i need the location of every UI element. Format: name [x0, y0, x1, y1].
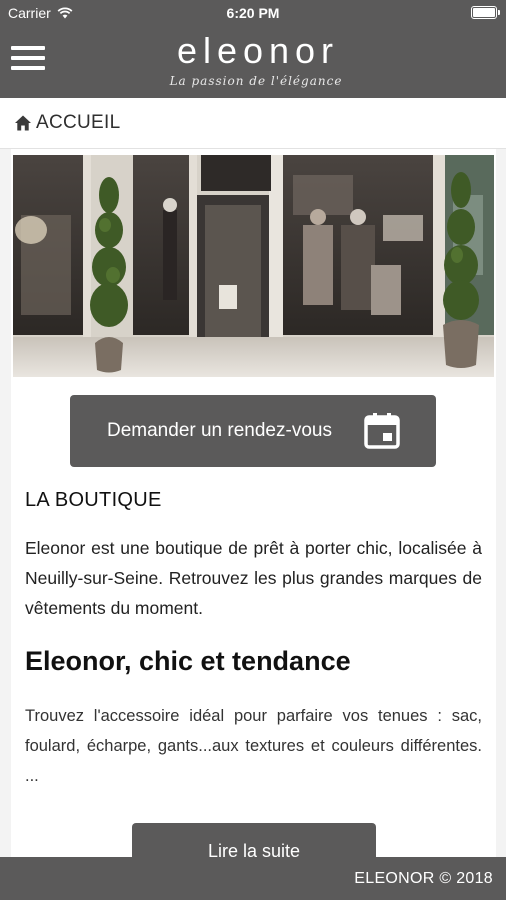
- footer-copyright: ELEONOR © 2018: [354, 869, 493, 887]
- breadcrumb-label: ACCUEIL: [36, 112, 121, 133]
- article-heading: Eleonor, chic et tendance: [25, 646, 351, 676]
- request-appointment-label: Demander un rendez-vous: [107, 420, 332, 441]
- status-time: 6:20 PM: [226, 5, 280, 21]
- breadcrumb[interactable]: ACCUEIL: [0, 98, 506, 149]
- status-bar: Carrier 6:20 PM: [0, 0, 506, 26]
- logo-name: eleonor: [176, 30, 340, 71]
- main-content: Demander un rendez-vous LA BOUTIQUE Eleo…: [11, 149, 496, 857]
- logo-tagline: La passion de l'élégance: [169, 74, 343, 88]
- brand-logo: eleonor La passion de l'élégance: [0, 30, 506, 88]
- app-header: Carrier 6:20 PM eleonor La passion de l'…: [0, 0, 506, 98]
- calendar-icon: [364, 413, 400, 449]
- app-screen: Carrier 6:20 PM eleonor La passion de l'…: [0, 0, 506, 900]
- battery-level: [473, 8, 495, 17]
- boutique-storefront-photo: [13, 155, 494, 377]
- battery-icon: [471, 6, 500, 19]
- read-more-label: Lire la suite: [207, 841, 301, 857]
- request-appointment-button[interactable]: Demander un rendez-vous: [70, 395, 436, 467]
- read-more-button[interactable]: Lire la suite: [132, 823, 376, 857]
- article-excerpt: Trouvez l'accessoire idéal pour parfaire…: [25, 707, 482, 785]
- footer: ELEONOR © 2018: [0, 857, 506, 900]
- boutique-description: Eleonor est une boutique de prêt à porte…: [25, 538, 482, 618]
- home-icon: [15, 115, 31, 131]
- boutique-section-title: LA BOUTIQUE: [25, 489, 162, 511]
- storefront-illustration: [13, 155, 494, 377]
